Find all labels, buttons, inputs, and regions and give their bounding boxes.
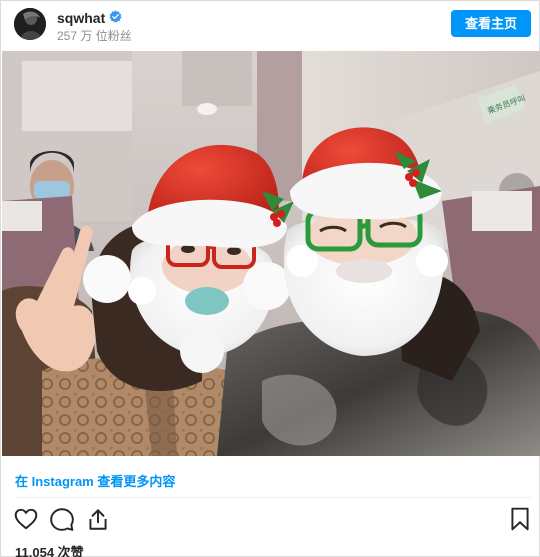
avatar-image <box>14 8 46 40</box>
avatar[interactable] <box>14 8 46 40</box>
instagram-embed-card: sqwhat 257 万 位粉丝 查看主页 乘务员呼叫 在 Instagram … <box>0 0 540 557</box>
comment-icon[interactable] <box>49 506 75 532</box>
bookmark-icon[interactable] <box>507 506 533 532</box>
view-profile-button[interactable]: 查看主页 <box>451 10 531 37</box>
post-header: sqwhat 257 万 位粉丝 查看主页 <box>1 1 540 49</box>
post-photo[interactable]: 乘务员呼叫 <box>2 51 540 456</box>
like-count[interactable]: 11,054 次赞 <box>15 542 84 557</box>
view-more-on-instagram-link[interactable]: 在 Instagram 查看更多内容 <box>15 471 175 490</box>
divider <box>15 497 531 498</box>
username-link[interactable]: sqwhat <box>57 10 105 26</box>
post-actions <box>1 506 540 534</box>
selfie-photo-illustration: 乘务员呼叫 <box>2 51 540 456</box>
share-icon[interactable] <box>85 506 111 532</box>
verified-badge-icon <box>109 10 122 23</box>
heart-icon[interactable] <box>13 506 39 532</box>
follower-count: 257 万 位粉丝 <box>57 29 132 43</box>
